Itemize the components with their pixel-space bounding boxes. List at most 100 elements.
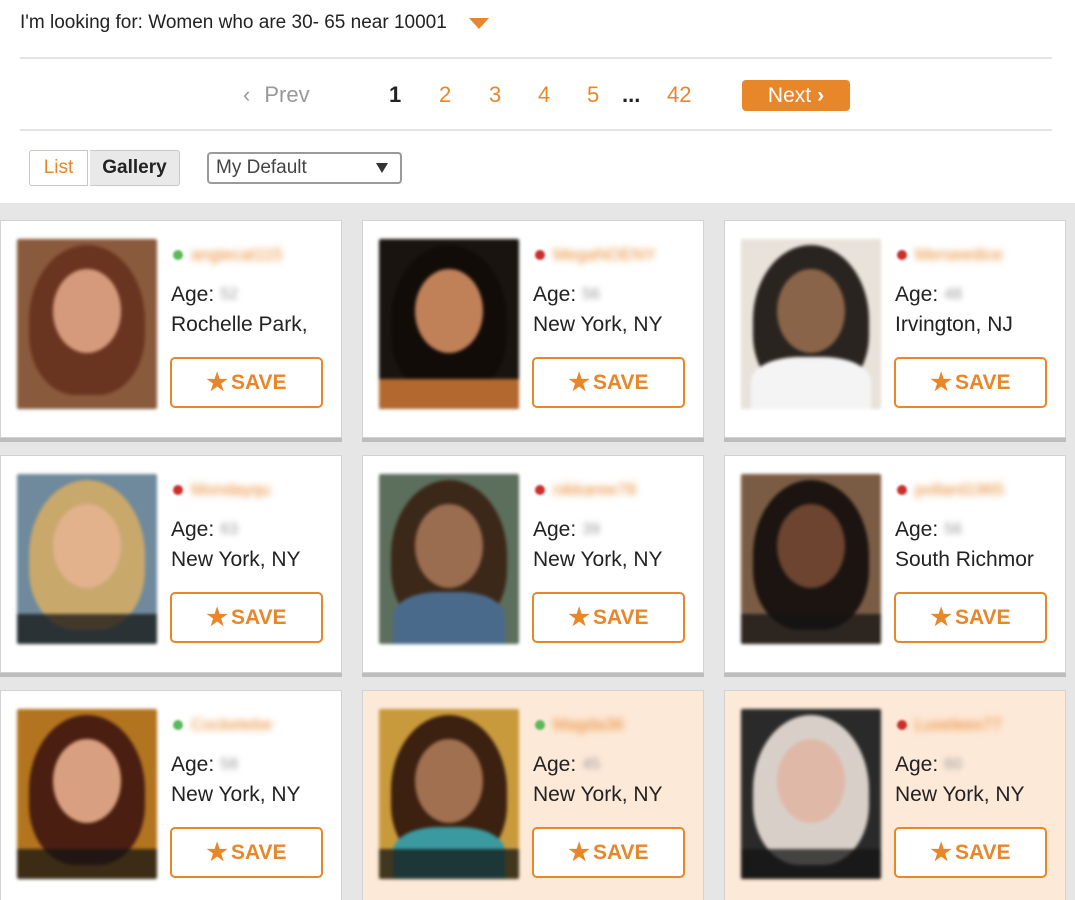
age-value: 60 <box>944 756 962 773</box>
star-icon: ★ <box>568 604 590 631</box>
status-dot-icon <box>173 720 183 730</box>
next-page-button[interactable]: Next › <box>742 80 850 111</box>
divider <box>20 129 1052 131</box>
profile-username[interactable]: Cocketebe <box>173 715 272 735</box>
sort-select[interactable]: My Default <box>207 152 402 184</box>
save-button[interactable]: ★ SAVE <box>170 592 323 643</box>
prev-label: Prev <box>264 82 310 107</box>
save-label: SAVE <box>592 605 649 629</box>
star-icon: ★ <box>568 369 590 396</box>
age-label: Age: <box>171 283 215 306</box>
profile-username[interactable]: Luxeleex77 <box>897 715 1002 735</box>
profile-age: Age: 52 <box>171 283 238 307</box>
save-button[interactable]: ★ SAVE <box>532 357 685 408</box>
username-text[interactable]: Luxeleex77 <box>915 715 1002 735</box>
status-dot-icon <box>535 250 545 260</box>
status-dot-icon <box>173 250 183 260</box>
page-link-3[interactable]: 3 <box>489 82 501 108</box>
save-button[interactable]: ★ SAVE <box>894 592 1047 643</box>
save-label: SAVE <box>592 840 649 864</box>
save-label: SAVE <box>230 370 287 394</box>
save-label: SAVE <box>954 605 1011 629</box>
age-value: 56 <box>582 286 600 303</box>
list-view-button[interactable]: List <box>29 150 88 186</box>
username-text[interactable]: Merseedice <box>915 245 1003 265</box>
star-icon: ★ <box>206 604 228 631</box>
star-icon: ★ <box>206 839 228 866</box>
age-value: 45 <box>582 756 600 773</box>
save-button[interactable]: ★ SAVE <box>170 357 323 408</box>
profile-card[interactable]: MegaNOENY Age: 56 New York, NY ★ SAVE <box>362 220 704 438</box>
save-button[interactable]: ★ SAVE <box>894 827 1047 878</box>
dropdown-arrow-icon <box>376 163 388 173</box>
profile-location: New York, NY <box>895 783 1025 806</box>
profile-photo[interactable] <box>17 474 157 644</box>
age-label: Age: <box>895 283 939 306</box>
profile-card[interactable]: angiecat115 Age: 52 Rochelle Park, ★ SAV… <box>0 220 342 438</box>
page-link-1[interactable]: 1 <box>389 82 401 108</box>
profile-photo[interactable] <box>379 239 519 409</box>
page-link-4[interactable]: 4 <box>538 82 550 108</box>
age-value: 58 <box>220 756 238 773</box>
profile-card[interactable]: Mondayqu Age: 63 New York, NY ★ SAVE <box>0 455 342 673</box>
prev-page-button[interactable]: ‹ Prev <box>243 82 310 108</box>
username-text[interactable]: Mondayqu <box>191 480 270 500</box>
status-dot-icon <box>535 485 545 495</box>
profile-photo[interactable] <box>741 239 881 409</box>
username-text[interactable]: Magda36 <box>553 715 624 735</box>
profile-card[interactable]: Magda36 Age: 45 New York, NY ★ SAVE <box>362 690 704 900</box>
profile-photo[interactable] <box>17 709 157 879</box>
profile-age: Age: 48 <box>895 283 962 307</box>
profile-username[interactable]: angiecat115 <box>173 245 282 265</box>
profile-location: New York, NY <box>533 313 663 336</box>
status-dot-icon <box>535 720 545 730</box>
profile-age: Age: 56 <box>533 283 600 307</box>
username-text[interactable]: MegaNOENY <box>553 245 656 265</box>
profile-location: New York, NY <box>171 548 301 571</box>
profile-card[interactable]: nikkaree78 Age: 39 New York, NY ★ SAVE <box>362 455 704 673</box>
save-button[interactable]: ★ SAVE <box>532 827 685 878</box>
profile-username[interactable]: pollard1965 <box>897 480 1004 500</box>
search-criteria: I'm looking for: Women who are 30- 65 ne… <box>20 12 489 34</box>
save-label: SAVE <box>592 370 649 394</box>
profile-username[interactable]: MegaNOENY <box>535 245 656 265</box>
profile-location: New York, NY <box>533 548 663 571</box>
save-label: SAVE <box>230 840 287 864</box>
profile-card[interactable]: pollard1965 Age: 56 South Richmor ★ SAVE <box>724 455 1066 673</box>
sort-selected-value: My Default <box>216 157 307 178</box>
profile-photo[interactable] <box>741 709 881 879</box>
page-link-2[interactable]: 2 <box>439 82 451 108</box>
profile-card[interactable]: Merseedice Age: 48 Irvington, NJ ★ SAVE <box>724 220 1066 438</box>
profile-photo[interactable] <box>379 709 519 879</box>
profile-card[interactable]: Luxeleex77 Age: 60 New York, NY ★ SAVE <box>724 690 1066 900</box>
status-dot-icon <box>173 485 183 495</box>
caret-down-icon[interactable] <box>468 17 489 29</box>
profile-age: Age: 56 <box>895 518 962 542</box>
username-text[interactable]: pollard1965 <box>915 480 1004 500</box>
profile-username[interactable]: Mondayqu <box>173 480 270 500</box>
star-icon: ★ <box>568 839 590 866</box>
profile-card[interactable]: Cocketebe Age: 58 New York, NY ★ SAVE <box>0 690 342 900</box>
page-link-5[interactable]: 5 <box>587 82 599 108</box>
profile-photo[interactable] <box>379 474 519 644</box>
username-text[interactable]: angiecat115 <box>191 245 282 265</box>
save-button[interactable]: ★ SAVE <box>894 357 1047 408</box>
save-label: SAVE <box>954 840 1011 864</box>
gallery-view-button[interactable]: Gallery <box>90 150 180 186</box>
star-icon: ★ <box>930 369 952 396</box>
profile-location: Rochelle Park, <box>171 313 308 336</box>
age-value: 52 <box>220 286 238 303</box>
profile-username[interactable]: Magda36 <box>535 715 624 735</box>
profile-photo[interactable] <box>17 239 157 409</box>
profile-username[interactable]: nikkaree78 <box>535 480 636 500</box>
profile-username[interactable]: Merseedice <box>897 245 1003 265</box>
save-button[interactable]: ★ SAVE <box>170 827 323 878</box>
profile-photo[interactable] <box>741 474 881 644</box>
pagination-ellipsis: ... <box>622 82 641 107</box>
username-text[interactable]: Cocketebe <box>191 715 272 735</box>
save-button[interactable]: ★ SAVE <box>532 592 685 643</box>
username-text[interactable]: nikkaree78 <box>553 480 636 500</box>
search-criteria-text: I'm looking for: Women who are 30- 65 ne… <box>20 12 447 33</box>
star-icon: ★ <box>206 369 228 396</box>
page-link-last[interactable]: 42 <box>667 82 691 108</box>
